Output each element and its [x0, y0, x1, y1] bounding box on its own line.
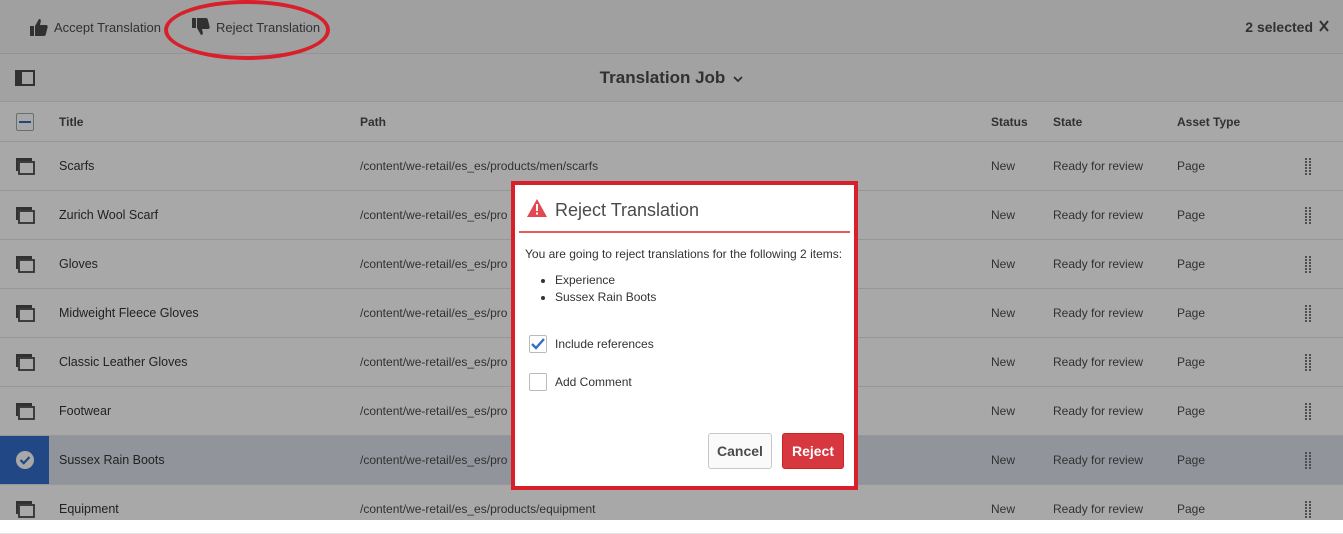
cancel-button[interactable]: Cancel	[708, 433, 772, 469]
add-comment-option[interactable]: Add Comment	[529, 373, 632, 391]
list-item: Sussex Rain Boots	[555, 290, 845, 304]
dialog-title: Reject Translation	[555, 199, 700, 220]
dialog-message: You are going to reject translations for…	[525, 247, 843, 261]
add-comment-label: Add Comment	[555, 375, 632, 389]
add-comment-checkbox[interactable]	[529, 373, 547, 391]
alert-icon	[527, 198, 547, 222]
checkmark-icon	[531, 338, 545, 350]
reject-translation-dialog: Reject Translation You are going to reje…	[511, 181, 858, 490]
list-item: Experience	[555, 273, 845, 287]
include-references-label: Include references	[555, 337, 654, 351]
include-references-checkbox[interactable]	[529, 335, 547, 353]
dialog-item-list: Experience Sussex Rain Boots	[525, 273, 845, 304]
dialog-header: Reject Translation	[519, 189, 850, 233]
reject-button[interactable]: Reject	[782, 433, 844, 469]
annotation-ellipse	[164, 0, 330, 60]
dialog-body: You are going to reject translations for…	[525, 247, 845, 307]
include-references-option[interactable]: Include references	[529, 335, 654, 353]
